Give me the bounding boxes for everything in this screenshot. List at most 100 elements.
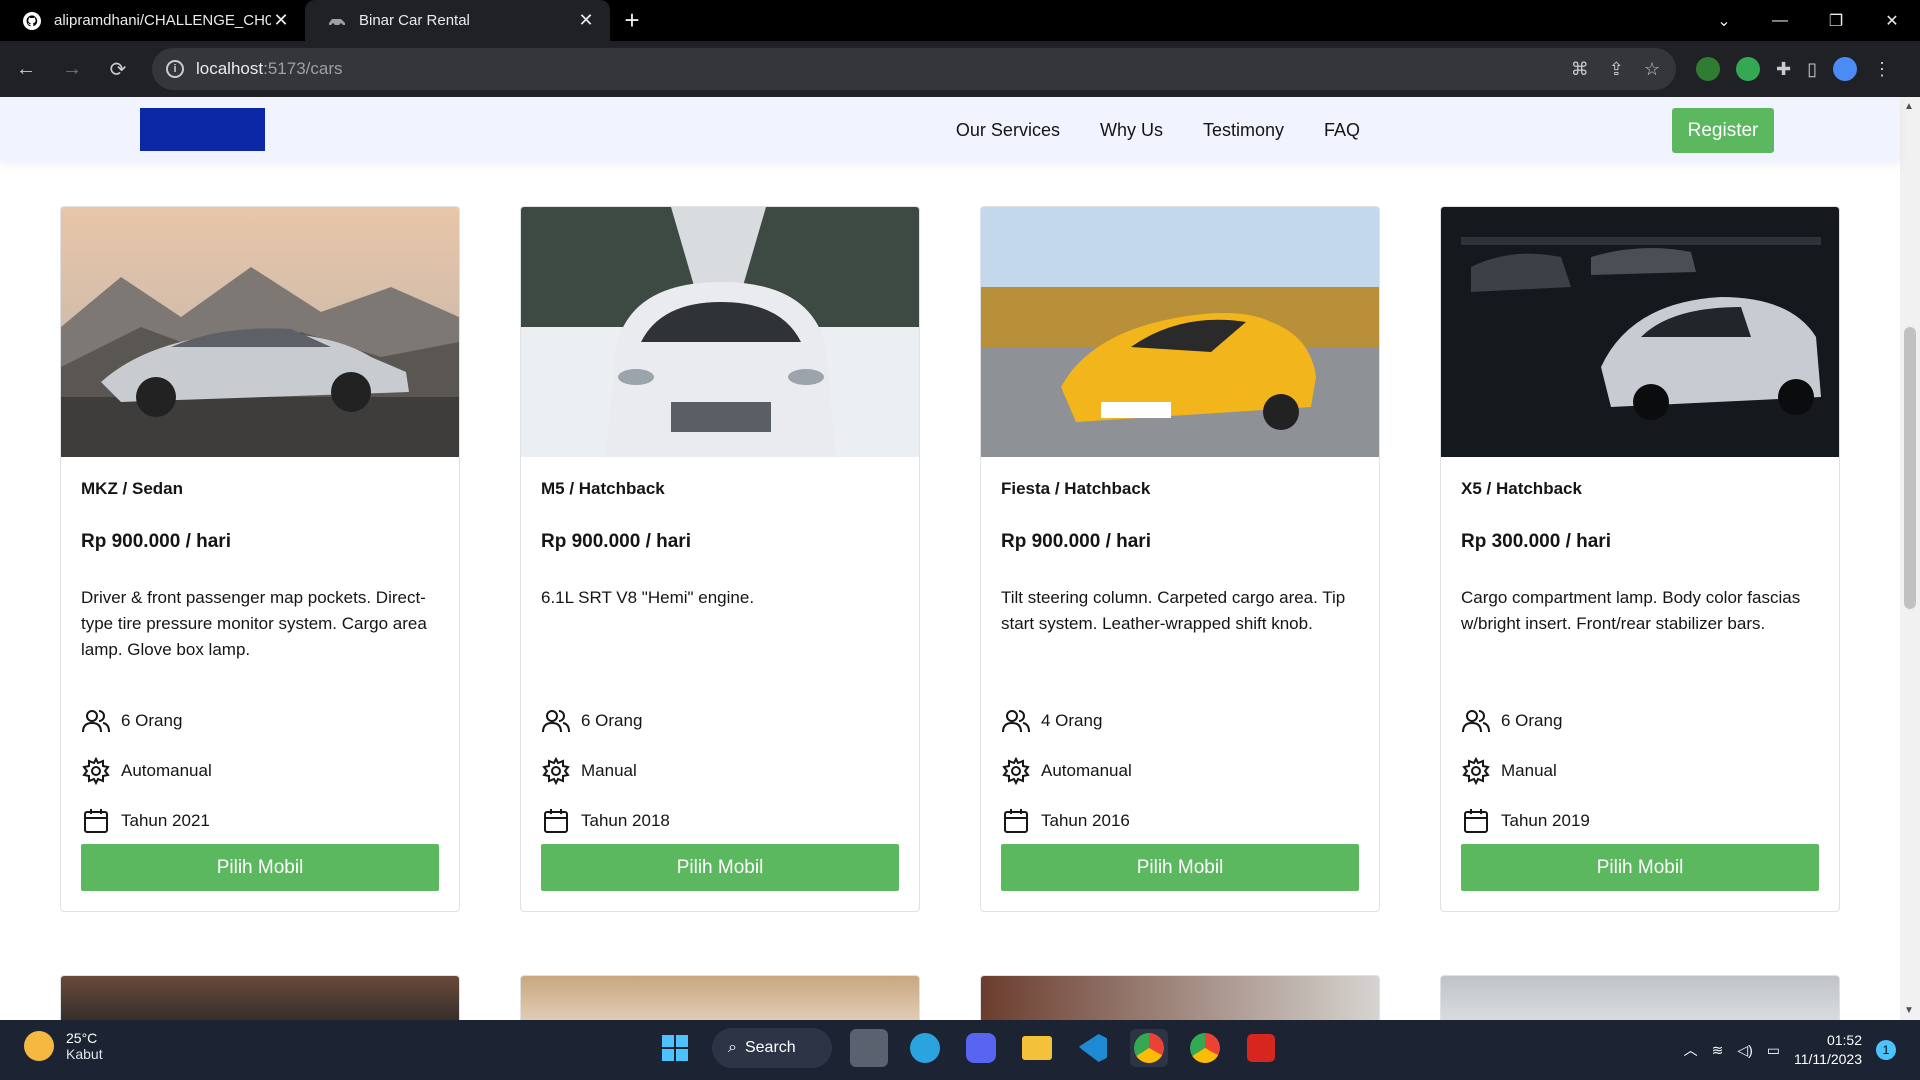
settings-gear-icon (541, 756, 571, 786)
address-host: localhost (196, 59, 264, 78)
tab-binar[interactable]: Binar Car Rental ✕ (305, 0, 610, 41)
weather-widget[interactable]: 25°C Kabut (24, 1030, 103, 1062)
extension-tree-icon[interactable] (1696, 57, 1720, 81)
calendar-icon (1001, 806, 1031, 836)
capacity-label: 6 Orang (121, 711, 183, 730)
capacity-label: 6 Orang (1501, 711, 1563, 730)
capacity-spec: 6 Orang (541, 707, 899, 735)
capacity-label: 6 Orang (581, 711, 643, 730)
settings-gear-icon (81, 756, 111, 786)
year-spec: Tahun 2021 (81, 807, 439, 835)
extensions-puzzle-icon[interactable]: ✚ (1776, 59, 1791, 80)
year-label: Tahun 2016 (1041, 811, 1130, 830)
nav-link-testimony[interactable]: Testimony (1203, 120, 1284, 141)
car-photo-partial (1440, 975, 1840, 1020)
transmission-spec: Automanual (81, 757, 439, 785)
nav-link-why-us[interactable]: Why Us (1100, 120, 1163, 141)
car-description: 6.1L SRT V8 "Hemi" engine. (541, 588, 755, 607)
os-taskbar: 25°C Kabut ⌕ Search ︿ ≋ ◁) ▭ 01:52 11/11/… (0, 1020, 1920, 1080)
taskbar-search[interactable]: ⌕ Search (712, 1028, 832, 1068)
github-icon (22, 11, 42, 31)
settings-gear-icon (1461, 756, 1491, 786)
scrollbar-thumb[interactable] (1904, 327, 1916, 609)
extension-plus-icon[interactable] (1736, 57, 1760, 81)
window-controls: ⌄ — ❐ ✕ (1696, 0, 1920, 41)
translate-icon[interactable]: ⌘ (1571, 59, 1589, 80)
chrome-profile-icon[interactable] (1186, 1029, 1224, 1067)
users-icon (1001, 706, 1031, 736)
register-button[interactable]: Register (1672, 108, 1774, 153)
site-info-icon[interactable]: i (166, 60, 184, 78)
profile-avatar[interactable] (1833, 57, 1857, 81)
back-icon[interactable]: ← (6, 49, 46, 89)
telegram-icon[interactable] (906, 1029, 944, 1067)
car-price: Rp 900.000 / hari (541, 531, 691, 552)
chrome-icon[interactable] (1130, 1029, 1168, 1067)
car-card: Fiesta / Hatchback Rp 900.000 / hari Til… (980, 206, 1380, 912)
transmission-label: Manual (581, 761, 637, 780)
side-panel-icon[interactable]: ▯ (1807, 59, 1817, 80)
battery-icon[interactable]: ▭ (1767, 1042, 1780, 1059)
car-price: Rp 900.000 / hari (1001, 531, 1151, 552)
address-path: :5173/cars (263, 59, 343, 78)
task-view-icon[interactable] (850, 1029, 888, 1067)
close-icon[interactable]: ✕ (271, 10, 291, 31)
users-icon (1461, 706, 1491, 736)
address-bar[interactable]: i localhost:5173/cars ⌘ ⇪ ☆ (152, 48, 1676, 90)
new-tab-button[interactable]: + (610, 0, 654, 41)
close-window-icon[interactable]: ✕ (1864, 11, 1920, 31)
users-icon (541, 706, 571, 736)
transmission-label: Manual (1501, 761, 1557, 780)
bookmark-star-icon[interactable]: ☆ (1644, 59, 1660, 80)
start-icon[interactable] (656, 1029, 694, 1067)
select-car-button[interactable]: Pilih Mobil (1461, 844, 1819, 891)
file-explorer-icon[interactable] (1018, 1029, 1056, 1067)
reload-icon[interactable]: ⟳ (98, 49, 138, 89)
car-price: Rp 300.000 / hari (1461, 531, 1611, 552)
acrobat-icon[interactable] (1242, 1029, 1280, 1067)
transmission-label: Automanual (121, 761, 212, 780)
car-name: MKZ / Sedan (81, 479, 184, 498)
car-icon (327, 11, 347, 31)
site-logo[interactable] (140, 108, 265, 151)
car-photo (1441, 207, 1839, 457)
page-viewport: Our Services Why Us Testimony FAQ Regist… (0, 97, 1920, 1020)
car-description: Cargo compartment lamp. Body color fasci… (1461, 588, 1801, 633)
more-menu-icon[interactable]: ⋮ (1873, 59, 1891, 80)
nav-link-faq[interactable]: FAQ (1324, 120, 1360, 141)
scroll-down-icon[interactable]: ▼ (1904, 1005, 1914, 1016)
restore-icon[interactable]: ❐ (1808, 11, 1864, 31)
discord-icon[interactable] (962, 1029, 1000, 1067)
capacity-spec: 4 Orang (1001, 707, 1359, 735)
search-icon: ⌕ (728, 1039, 737, 1056)
select-car-button[interactable]: Pilih Mobil (1001, 844, 1359, 891)
close-icon[interactable]: ✕ (576, 10, 596, 31)
car-photo (61, 207, 459, 457)
year-label: Tahun 2019 (1501, 811, 1590, 830)
chevron-up-icon[interactable]: ︿ (1684, 1040, 1698, 1060)
select-car-button[interactable]: Pilih Mobil (541, 844, 899, 891)
system-tray: ︿ ≋ ◁) ▭ 01:52 11/11/2023 1 (1684, 1020, 1896, 1080)
notification-badge[interactable]: 1 (1876, 1040, 1896, 1060)
vscode-icon[interactable] (1074, 1029, 1112, 1067)
scroll-up-icon[interactable]: ▲ (1904, 101, 1914, 112)
wifi-icon[interactable]: ≋ (1712, 1042, 1724, 1059)
volume-icon[interactable]: ◁) (1737, 1042, 1752, 1059)
car-description: Tilt steering column. Carpeted cargo are… (1001, 588, 1346, 633)
tab-search-icon[interactable]: ⌄ (1696, 11, 1752, 31)
calendar-icon (541, 806, 571, 836)
select-car-button[interactable]: Pilih Mobil (81, 844, 439, 891)
time-label: 01:52 (1826, 1032, 1862, 1048)
minimize-icon[interactable]: — (1752, 12, 1808, 30)
capacity-label: 4 Orang (1041, 711, 1103, 730)
browser-tab-bar: alipramdhani/CHALLENGE_CH06 ✕ Binar Car … (0, 0, 1920, 41)
calendar-icon (1461, 806, 1491, 836)
forward-icon[interactable]: → (52, 49, 92, 89)
nav-link-our-services[interactable]: Our Services (956, 120, 1060, 141)
page-scrollbar[interactable]: ▲ ▼ (1900, 97, 1920, 1020)
date-label: 11/11/2023 (1794, 1051, 1862, 1067)
year-label: Tahun 2021 (121, 811, 210, 830)
clock[interactable]: 01:52 11/11/2023 (1794, 1031, 1862, 1069)
share-icon[interactable]: ⇪ (1609, 59, 1624, 80)
tab-github[interactable]: alipramdhani/CHALLENGE_CH06 ✕ (0, 0, 305, 41)
